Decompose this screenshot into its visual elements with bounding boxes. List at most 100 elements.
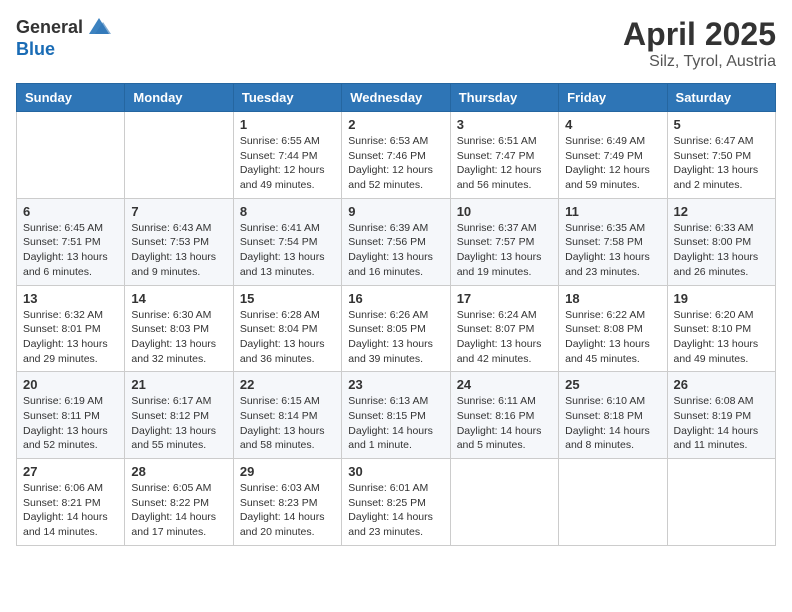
day-info: Sunrise: 6:55 AM Sunset: 7:44 PM Dayligh… (240, 134, 335, 193)
day-number: 7 (131, 204, 226, 219)
calendar-day-cell: 15 Sunrise: 6:28 AM Sunset: 8:04 PM Dayli… (233, 285, 341, 372)
day-number: 20 (23, 377, 118, 392)
page-header: General Blue April 2025 Silz, Tyrol, Aus… (16, 16, 776, 71)
day-info: Sunrise: 6:53 AM Sunset: 7:46 PM Dayligh… (348, 134, 443, 193)
day-number: 17 (457, 291, 552, 306)
day-number: 12 (674, 204, 769, 219)
day-number: 11 (565, 204, 660, 219)
calendar-day-cell: 4 Sunrise: 6:49 AM Sunset: 7:49 PM Daylig… (559, 112, 667, 199)
logo-blue: Blue (16, 39, 55, 59)
day-number: 13 (23, 291, 118, 306)
day-info: Sunrise: 6:30 AM Sunset: 8:03 PM Dayligh… (131, 308, 226, 367)
day-info: Sunrise: 6:13 AM Sunset: 8:15 PM Dayligh… (348, 394, 443, 453)
calendar-day-cell: 9 Sunrise: 6:39 AM Sunset: 7:56 PM Daylig… (342, 198, 450, 285)
title-section: April 2025 Silz, Tyrol, Austria (623, 16, 776, 71)
weekday-header: Friday (559, 84, 667, 112)
day-info: Sunrise: 6:33 AM Sunset: 8:00 PM Dayligh… (674, 221, 769, 280)
day-number: 15 (240, 291, 335, 306)
calendar-day-cell (125, 112, 233, 199)
day-number: 23 (348, 377, 443, 392)
day-number: 26 (674, 377, 769, 392)
day-info: Sunrise: 6:01 AM Sunset: 8:25 PM Dayligh… (348, 481, 443, 540)
calendar-day-cell: 26Sunrise: 6:08 AM Sunset: 8:19 PM Dayli… (667, 372, 775, 459)
day-info: Sunrise: 6:45 AM Sunset: 7:51 PM Dayligh… (23, 221, 118, 280)
day-number: 6 (23, 204, 118, 219)
calendar-day-cell: 14 Sunrise: 6:30 AM Sunset: 8:03 PM Dayli… (125, 285, 233, 372)
day-number: 30 (348, 464, 443, 479)
day-number: 5 (674, 117, 769, 132)
day-info: Sunrise: 6:43 AM Sunset: 7:53 PM Dayligh… (131, 221, 226, 280)
logo-general: General (16, 18, 83, 38)
calendar-day-cell: 25Sunrise: 6:10 AM Sunset: 8:18 PM Dayli… (559, 372, 667, 459)
day-number: 10 (457, 204, 552, 219)
day-number: 2 (348, 117, 443, 132)
logo-icon (85, 12, 113, 40)
day-info: Sunrise: 6:17 AM Sunset: 8:12 PM Dayligh… (131, 394, 226, 453)
calendar-day-cell: 13 Sunrise: 6:32 AM Sunset: 8:01 PM Dayli… (17, 285, 125, 372)
calendar-day-cell: 5 Sunrise: 6:47 AM Sunset: 7:50 PM Daylig… (667, 112, 775, 199)
calendar-day-cell (450, 459, 558, 546)
calendar-day-cell: 10 Sunrise: 6:37 AM Sunset: 7:57 PM Dayli… (450, 198, 558, 285)
day-number: 4 (565, 117, 660, 132)
day-number: 25 (565, 377, 660, 392)
weekday-header: Tuesday (233, 84, 341, 112)
day-info: Sunrise: 6:32 AM Sunset: 8:01 PM Dayligh… (23, 308, 118, 367)
calendar-day-cell: 2 Sunrise: 6:53 AM Sunset: 7:46 PM Daylig… (342, 112, 450, 199)
calendar-week-row: 27 Sunrise: 6:06 AM Sunset: 8:21 PM Dayli… (17, 459, 776, 546)
weekday-header: Saturday (667, 84, 775, 112)
calendar-day-cell: 20 Sunrise: 6:19 AM Sunset: 8:11 PM Dayli… (17, 372, 125, 459)
day-info: Sunrise: 6:51 AM Sunset: 7:47 PM Dayligh… (457, 134, 552, 193)
calendar-day-cell: 7 Sunrise: 6:43 AM Sunset: 7:53 PM Daylig… (125, 198, 233, 285)
day-number: 28 (131, 464, 226, 479)
day-number: 27 (23, 464, 118, 479)
logo: General Blue (16, 16, 113, 60)
day-number: 22 (240, 377, 335, 392)
calendar-day-cell (17, 112, 125, 199)
weekday-header: Sunday (17, 84, 125, 112)
weekday-header: Thursday (450, 84, 558, 112)
calendar-day-cell: 11 Sunrise: 6:35 AM Sunset: 7:58 PM Dayli… (559, 198, 667, 285)
day-info: Sunrise: 6:06 AM Sunset: 8:21 PM Dayligh… (23, 481, 118, 540)
day-info: Sunrise: 6:24 AM Sunset: 8:07 PM Dayligh… (457, 308, 552, 367)
day-info: Sunrise: 6:35 AM Sunset: 7:58 PM Dayligh… (565, 221, 660, 280)
day-info: Sunrise: 6:49 AM Sunset: 7:49 PM Dayligh… (565, 134, 660, 193)
day-info: Sunrise: 6:15 AM Sunset: 8:14 PM Dayligh… (240, 394, 335, 453)
calendar-day-cell (559, 459, 667, 546)
day-info: Sunrise: 6:03 AM Sunset: 8:23 PM Dayligh… (240, 481, 335, 540)
day-info: Sunrise: 6:11 AM Sunset: 8:16 PM Dayligh… (457, 394, 552, 453)
calendar-day-cell: 16Sunrise: 6:26 AM Sunset: 8:05 PM Dayli… (342, 285, 450, 372)
day-info: Sunrise: 6:28 AM Sunset: 8:04 PM Dayligh… (240, 308, 335, 367)
day-number: 29 (240, 464, 335, 479)
day-info: Sunrise: 6:22 AM Sunset: 8:08 PM Dayligh… (565, 308, 660, 367)
day-number: 3 (457, 117, 552, 132)
calendar-day-cell: 30 Sunrise: 6:01 AM Sunset: 8:25 PM Dayli… (342, 459, 450, 546)
month-title: April 2025 (623, 16, 776, 53)
location-title: Silz, Tyrol, Austria (623, 53, 776, 71)
day-number: 24 (457, 377, 552, 392)
calendar-day-cell: 6 Sunrise: 6:45 AM Sunset: 7:51 PM Daylig… (17, 198, 125, 285)
calendar-day-cell: 1Sunrise: 6:55 AM Sunset: 7:44 PM Daylig… (233, 112, 341, 199)
calendar-day-cell: 22 Sunrise: 6:15 AM Sunset: 8:14 PM Dayli… (233, 372, 341, 459)
day-info: Sunrise: 6:05 AM Sunset: 8:22 PM Dayligh… (131, 481, 226, 540)
day-info: Sunrise: 6:37 AM Sunset: 7:57 PM Dayligh… (457, 221, 552, 280)
calendar-day-cell: 27 Sunrise: 6:06 AM Sunset: 8:21 PM Dayli… (17, 459, 125, 546)
calendar-header-row: SundayMondayTuesdayWednesdayThursdayFrid… (17, 84, 776, 112)
day-number: 16 (348, 291, 443, 306)
calendar-week-row: 13 Sunrise: 6:32 AM Sunset: 8:01 PM Dayli… (17, 285, 776, 372)
calendar-week-row: 6 Sunrise: 6:45 AM Sunset: 7:51 PM Daylig… (17, 198, 776, 285)
calendar-day-cell (667, 459, 775, 546)
calendar-day-cell: 8Sunrise: 6:41 AM Sunset: 7:54 PM Daylig… (233, 198, 341, 285)
day-info: Sunrise: 6:39 AM Sunset: 7:56 PM Dayligh… (348, 221, 443, 280)
weekday-header: Monday (125, 84, 233, 112)
calendar-day-cell: 19Sunrise: 6:20 AM Sunset: 8:10 PM Dayli… (667, 285, 775, 372)
day-info: Sunrise: 6:47 AM Sunset: 7:50 PM Dayligh… (674, 134, 769, 193)
calendar-day-cell: 17 Sunrise: 6:24 AM Sunset: 8:07 PM Dayli… (450, 285, 558, 372)
day-number: 18 (565, 291, 660, 306)
weekday-header: Wednesday (342, 84, 450, 112)
day-info: Sunrise: 6:41 AM Sunset: 7:54 PM Dayligh… (240, 221, 335, 280)
calendar-day-cell: 18 Sunrise: 6:22 AM Sunset: 8:08 PM Dayli… (559, 285, 667, 372)
day-number: 9 (348, 204, 443, 219)
day-info: Sunrise: 6:20 AM Sunset: 8:10 PM Dayligh… (674, 308, 769, 367)
day-info: Sunrise: 6:19 AM Sunset: 8:11 PM Dayligh… (23, 394, 118, 453)
day-number: 14 (131, 291, 226, 306)
